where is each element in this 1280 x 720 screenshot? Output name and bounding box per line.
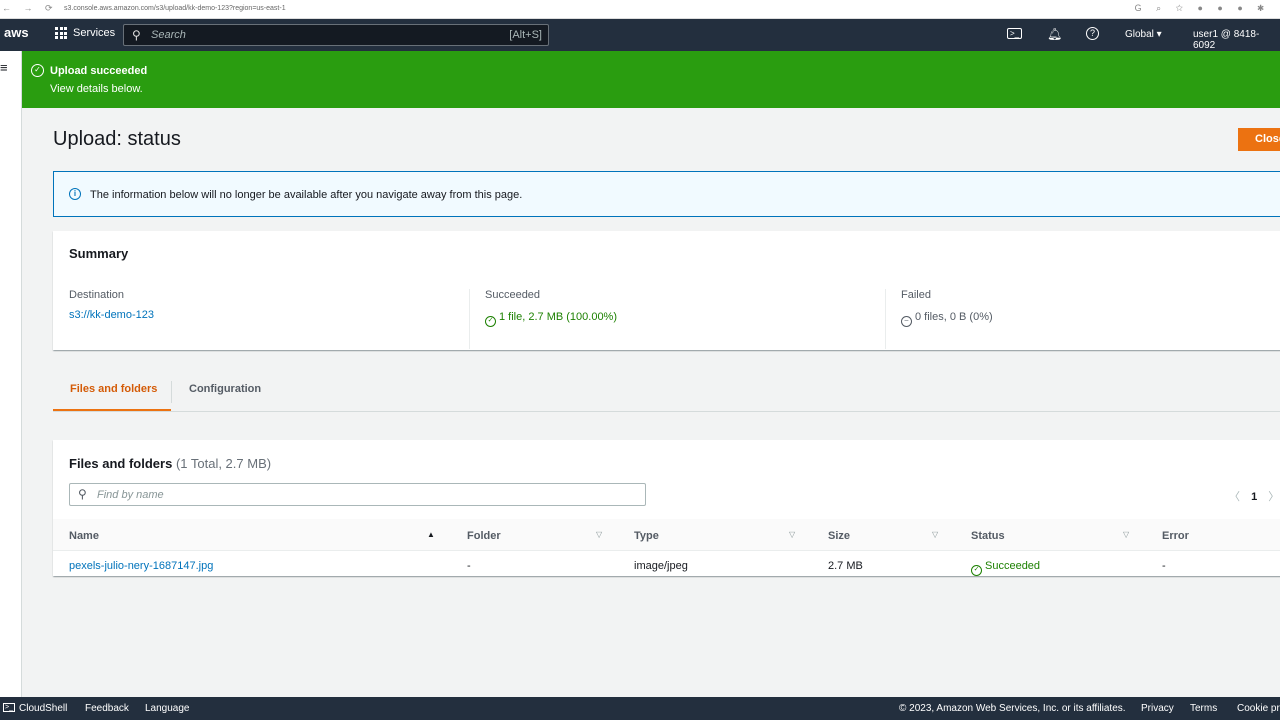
grid-icon [55,27,67,39]
page-title: Upload: status [53,128,181,150]
services-label: Services [73,27,116,39]
info-text: The information below will no longer be … [90,189,523,201]
summary-title: Summary [69,246,129,261]
search-input[interactable]: ⚲ Search [Alt+S] [123,24,549,46]
services-menu-button[interactable]: Services [55,27,115,39]
footer-privacy[interactable]: Privacy [1141,703,1174,714]
footer: >_ CloudShell Feedback Language © 2023, … [0,697,1280,720]
bell-icon[interactable]: 🔔︎ [1047,27,1062,41]
aws-top-nav: aws Services ⚲ Search [Alt+S] >_ 🔔︎ ? Gl… [0,19,1280,51]
close-button[interactable]: Close [1238,128,1280,151]
menu-icon[interactable]: ≡ [0,60,8,75]
help-icon[interactable]: ? [1086,27,1099,40]
info-icon: i [69,188,81,200]
pagination: 〈 1 〉 [1229,488,1279,504]
address-bar[interactable]: s3.console.aws.amazon.com/s3/upload/kk-d… [64,5,286,12]
browser-nav-icons[interactable]: ← → ⟳ [2,3,58,14]
account-menu[interactable]: user1 @ 8418-6092 [1193,29,1280,51]
sort-icon[interactable]: ▽ [932,530,938,539]
destination-link[interactable]: s3://kk-demo-123 [69,309,154,321]
check-circle-icon: ✓ [971,565,982,576]
minus-circle-icon: – [901,316,912,327]
sort-ascending-icon[interactable]: ▲ [427,530,435,539]
succeeded-value: 1 file, 2.7 MB (100.00%) [499,311,618,323]
find-placeholder: Find by name [97,489,164,501]
footer-copyright: © 2023, Amazon Web Services, Inc. or its… [899,703,1126,714]
cell-size: 2.7 MB [828,560,863,572]
sidebar-collapsed [0,51,22,697]
region-selector[interactable]: Global ▾ [1125,29,1162,40]
search-placeholder: Search [151,29,186,41]
tab-files-and-folders[interactable]: Files and folders [53,375,171,411]
table-header: Name ▲ Folder ▽ Type ▽ Size ▽ Status ▽ E… [53,519,1280,551]
search-icon: ⚲ [78,487,87,501]
column-folder[interactable]: Folder [467,530,501,542]
cell-error: - [1162,560,1166,572]
search-icon: ⚲ [132,28,141,42]
footer-cookies[interactable]: Cookie preferences [1237,703,1280,714]
column-status[interactable]: Status [971,530,1005,542]
footer-feedback[interactable]: Feedback [85,703,129,714]
succeeded-label: Succeeded [485,289,541,301]
prev-page-icon[interactable]: 〈 [1229,491,1240,503]
cell-status: Succeeded [985,560,1041,572]
files-title: Files and folders [69,456,173,471]
cell-type: image/jpeg [634,560,688,572]
failed-value: 0 files, 0 B (0%) [915,311,993,323]
page-number[interactable]: 1 [1251,491,1257,503]
success-flash: ✓ Upload succeeded View details below. [22,51,1280,108]
destination-label: Destination [69,289,125,301]
check-circle-icon: ✓ [31,64,44,77]
sort-icon[interactable]: ▽ [596,530,602,539]
failed-label: Failed [901,289,931,301]
sort-icon[interactable]: ▽ [1123,530,1129,539]
cloudshell-icon[interactable]: >_ [1007,28,1023,39]
info-alert: i The information below will no longer b… [53,171,1280,217]
search-shortcut: [Alt+S] [509,29,542,41]
footer-language[interactable]: Language [145,703,190,714]
aws-logo[interactable]: aws [4,25,29,40]
find-by-name-input[interactable]: ⚲ Find by name [69,483,646,506]
tab-bar: Files and folders Configuration [53,375,1280,412]
cell-folder: - [467,560,471,572]
column-error[interactable]: Error [1162,530,1189,542]
files-count: (1 Total, 2.7 MB) [175,456,272,471]
column-size[interactable]: Size [828,530,850,542]
files-panel: Files and folders (1 Total, 2.7 MB) ⚲ Fi… [53,440,1280,576]
browser-bar: ← → ⟳ s3.console.aws.amazon.com/s3/uploa… [0,0,1280,19]
column-name[interactable]: Name [69,530,99,542]
sort-icon[interactable]: ▽ [789,530,795,539]
flash-title: Upload succeeded [50,65,148,77]
check-circle-icon: ✓ [485,316,496,327]
summary-panel: Summary Destination s3://kk-demo-123 Suc… [53,231,1280,350]
flash-subtitle: View details below. [50,83,143,95]
file-name-link[interactable]: pexels-julio-nery-1687147.jpg [69,560,213,572]
next-page-icon[interactable]: 〉 [1268,491,1279,503]
column-type[interactable]: Type [634,530,659,542]
tab-configuration[interactable]: Configuration [171,381,261,403]
cloudshell-icon[interactable]: >_ [3,703,15,712]
footer-terms[interactable]: Terms [1190,703,1217,714]
extension-icons[interactable]: G ⌕ ☆ ● ● ● ✱ [1135,3,1270,14]
footer-cloudshell[interactable]: CloudShell [19,703,67,714]
